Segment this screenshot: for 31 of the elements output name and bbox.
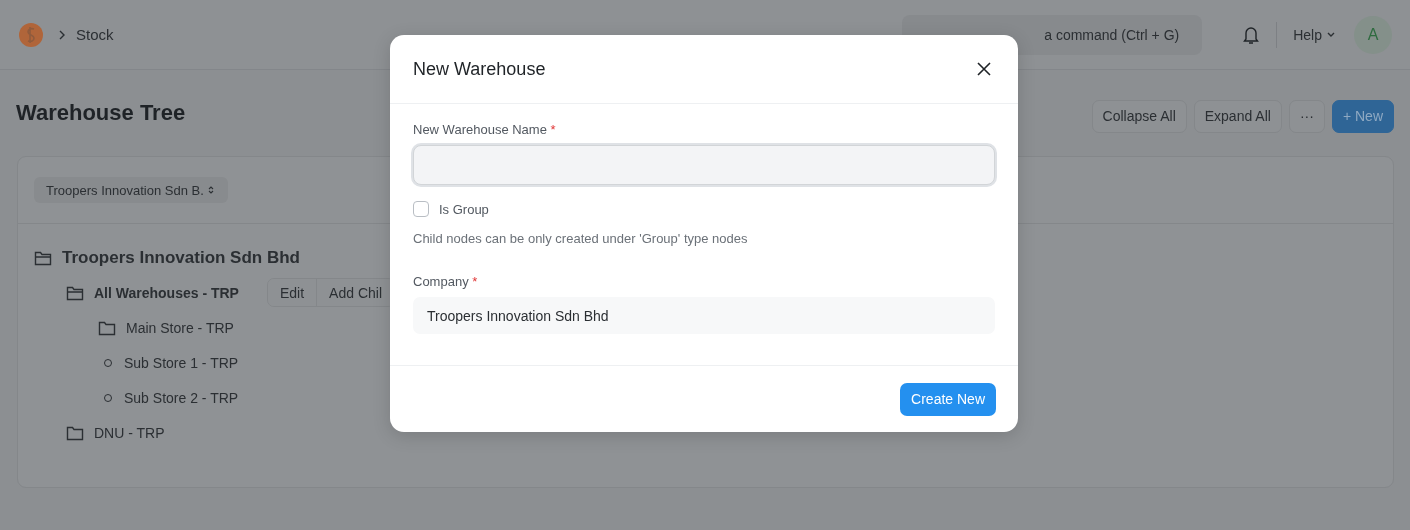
logo-icon[interactable]	[18, 21, 44, 48]
checkbox[interactable]	[413, 201, 429, 217]
new-button[interactable]: + New	[1331, 99, 1394, 133]
toolbar-button[interactable]: Expand All	[1193, 99, 1282, 133]
field-description: Child nodes can be only created under 'Group' type nodes	[413, 231, 749, 246]
folder-icon	[98, 319, 116, 336]
dialog-title: New Warehouse	[413, 58, 547, 80]
tree-node-label[interactable]: All Warehouses - TRP	[94, 284, 239, 301]
toolbar-button[interactable]: Collapse All	[1091, 99, 1187, 133]
company-field: Troopers Innovation Sdn Bhd	[413, 297, 995, 334]
warehouse-name-input[interactable]	[413, 145, 995, 185]
page-title: Warehouse Tree	[16, 100, 187, 126]
field-label: New Warehouse Name *	[413, 122, 557, 137]
tree-node-label[interactable]: Main Store - TRP	[126, 319, 234, 336]
field-label: Company *	[413, 274, 479, 289]
tree-node-label[interactable]: Sub Store 2 - TRP	[124, 389, 239, 406]
tree-node-label[interactable]: DNU - TRP	[94, 424, 165, 441]
chevron-down-icon	[1326, 30, 1336, 39]
tree-node-label[interactable]: Sub Store 1 - TRP	[124, 354, 239, 371]
folder-open-icon	[66, 284, 84, 301]
checkbox-label[interactable]: Is Group	[439, 201, 489, 217]
company-filter[interactable]: Troopers Innovation Sdn B.	[34, 177, 228, 203]
folder-icon	[66, 424, 84, 441]
tree-node-label[interactable]: Troopers Innovation Sdn Bhd	[62, 247, 300, 268]
breadcrumb-link[interactable]: Stock	[76, 26, 114, 43]
toolbar-button[interactable]: ···	[1288, 99, 1325, 133]
help-menu[interactable]: Help	[1293, 26, 1336, 43]
bell-icon[interactable]	[1242, 24, 1261, 45]
folder-open-icon	[34, 249, 52, 266]
create-new-button[interactable]: Create New	[900, 382, 996, 416]
chevron-right-icon	[58, 29, 66, 40]
